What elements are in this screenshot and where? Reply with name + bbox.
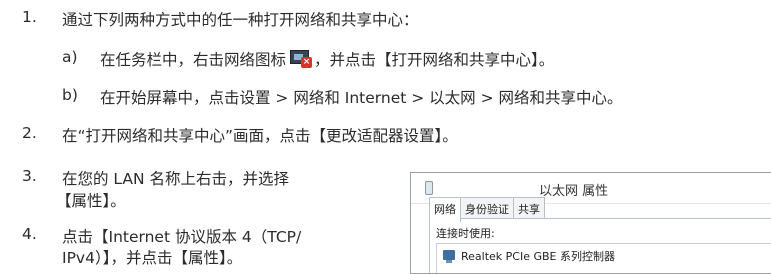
step-2-number: 2.	[22, 124, 37, 142]
substep-a-letter: a)	[62, 48, 78, 66]
window-icon	[425, 181, 433, 195]
step-2-text: 在“打开网络和共享中心”画面，点击【更改适配器设置】。	[62, 127, 458, 145]
step-3-line1: 在您的 LAN 名称上右击，并选择	[62, 170, 290, 188]
step-1-number: 1.	[22, 8, 37, 26]
adapter-name: Realtek PCIe GBE 系列控制器	[461, 250, 615, 263]
substep-a-text-after: ，并点击【打开网络和共享中心】。	[314, 51, 555, 69]
substep-b-letter: b)	[62, 86, 78, 104]
tab-network[interactable]: 网络	[429, 197, 461, 222]
network-tab-panel: 连接时使用: Realtek PCIe GBE 系列控制器	[429, 218, 771, 273]
dialog-title: 以太网 属性	[539, 184, 609, 199]
tab-sharing[interactable]: 共享	[513, 197, 545, 220]
network-error-icon: ×	[290, 50, 313, 68]
step-4-line2: IPv4）】，并点击【属性】。	[62, 249, 243, 267]
step-3-number: 3.	[22, 167, 37, 185]
network-adapter-icon	[443, 250, 455, 263]
dialog-tabs: 网络 身份验证 共享	[429, 197, 545, 222]
substep-b-text: 在开始屏幕中，点击设置 > 网络和 Internet > 以太网 > 网络和共享…	[100, 89, 623, 107]
step-4-number: 4.	[22, 225, 37, 243]
substep-a-text: 在任务栏中，右击网络图标 × ，并点击【打开网络和共享中心】。	[100, 48, 554, 70]
step-1-text: 通过下列两种方式中的任一种打开网络和共享中心：	[62, 11, 419, 29]
substep-a-text-before: 在任务栏中，右击网络图标	[100, 51, 287, 69]
connect-using-label: 连接时使用:	[436, 227, 495, 240]
step-4-line1: 点击【Internet 协议版本 4（TCP/	[62, 228, 302, 246]
ethernet-properties-dialog: 以太网 属性 网络 身份验证 共享 连接时使用: Realtek PCIe GB…	[410, 172, 771, 274]
step-3-line2: 【属性】。	[56, 192, 126, 210]
tab-authentication[interactable]: 身份验证	[460, 197, 514, 220]
adapter-field: Realtek PCIe GBE 系列控制器	[436, 243, 771, 273]
